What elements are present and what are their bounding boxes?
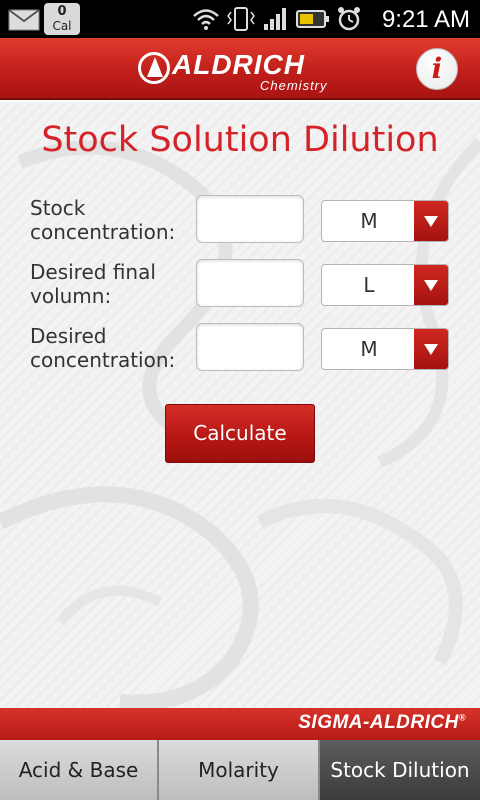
info-icon: i xyxy=(431,52,443,85)
sigma-aldrich-logo: SIGMA-ALDRICH® xyxy=(298,712,466,734)
calculate-button[interactable]: Calculate xyxy=(165,404,315,463)
status-time: 9:21 AM xyxy=(381,6,470,33)
tab-acid-base[interactable]: Acid & Base xyxy=(0,740,159,800)
label-line: Stock xyxy=(30,196,86,220)
label-line: concentration: xyxy=(30,348,176,372)
desired-final-volume-input[interactable] xyxy=(196,259,304,307)
stock-concentration-label: Stock concentration: xyxy=(30,196,175,244)
desired-concentration-input[interactable] xyxy=(196,323,304,371)
dropdown-arrow-icon xyxy=(414,329,448,369)
logo-subtext: Chemistry xyxy=(260,78,328,93)
vibrate-icon xyxy=(227,7,255,31)
battery-icon xyxy=(296,10,329,28)
wifi-icon xyxy=(193,9,219,30)
calorie-label: Cal xyxy=(52,19,72,33)
brand-footer-bar: SIGMA-ALDRICH® xyxy=(0,708,480,740)
desired-concentration-label: Desired concentration: xyxy=(30,324,175,372)
label-line: Desired final xyxy=(30,260,156,284)
tab-stock-dilution[interactable]: Stock Dilution xyxy=(320,740,480,800)
mail-notification-icon xyxy=(8,9,40,31)
stock-concentration-unit-select[interactable]: M xyxy=(321,200,449,242)
stock-concentration-input[interactable] xyxy=(196,195,304,243)
page-title: Stock Solution Dilution xyxy=(41,120,439,160)
tab-molarity[interactable]: Molarity xyxy=(159,740,320,800)
label-line: volumn: xyxy=(30,284,112,308)
calorie-count: 0 xyxy=(57,4,67,19)
label-line: Desired xyxy=(30,324,107,348)
label-line: concentration: xyxy=(30,220,176,244)
brand-name: SIGMA-ALDRICH xyxy=(298,712,459,733)
desired-final-volume-label: Desired final volumn: xyxy=(30,260,156,308)
main-content: Stock Solution Dilution Stock concentrat… xyxy=(0,102,480,708)
signal-strength-icon xyxy=(264,8,286,30)
status-icons xyxy=(192,5,362,33)
desired-final-volume-unit-select[interactable]: L xyxy=(321,264,449,306)
aldrich-logo: ALDRICH Chemistry xyxy=(138,49,348,93)
app-header: ALDRICH Chemistry i xyxy=(0,38,480,100)
desired-concentration-unit-select[interactable]: M xyxy=(321,328,449,370)
dropdown-arrow-icon xyxy=(414,201,448,241)
select-value: M xyxy=(360,337,378,361)
calorie-widget-icon: 0 Cal xyxy=(44,3,80,35)
registered-mark: ® xyxy=(458,712,466,723)
logo-text: ALDRICH xyxy=(172,49,305,80)
alarm-icon xyxy=(338,7,360,31)
info-button[interactable]: i xyxy=(416,48,458,90)
bottom-tab-bar: Acid & Base Molarity Stock Dilution xyxy=(0,740,480,800)
status-bar: 0 Cal 9:21 AM xyxy=(0,0,480,38)
aldrich-logo-icon xyxy=(138,52,170,84)
select-value: L xyxy=(363,273,375,297)
select-value: M xyxy=(360,209,378,233)
dropdown-arrow-icon xyxy=(414,265,448,305)
